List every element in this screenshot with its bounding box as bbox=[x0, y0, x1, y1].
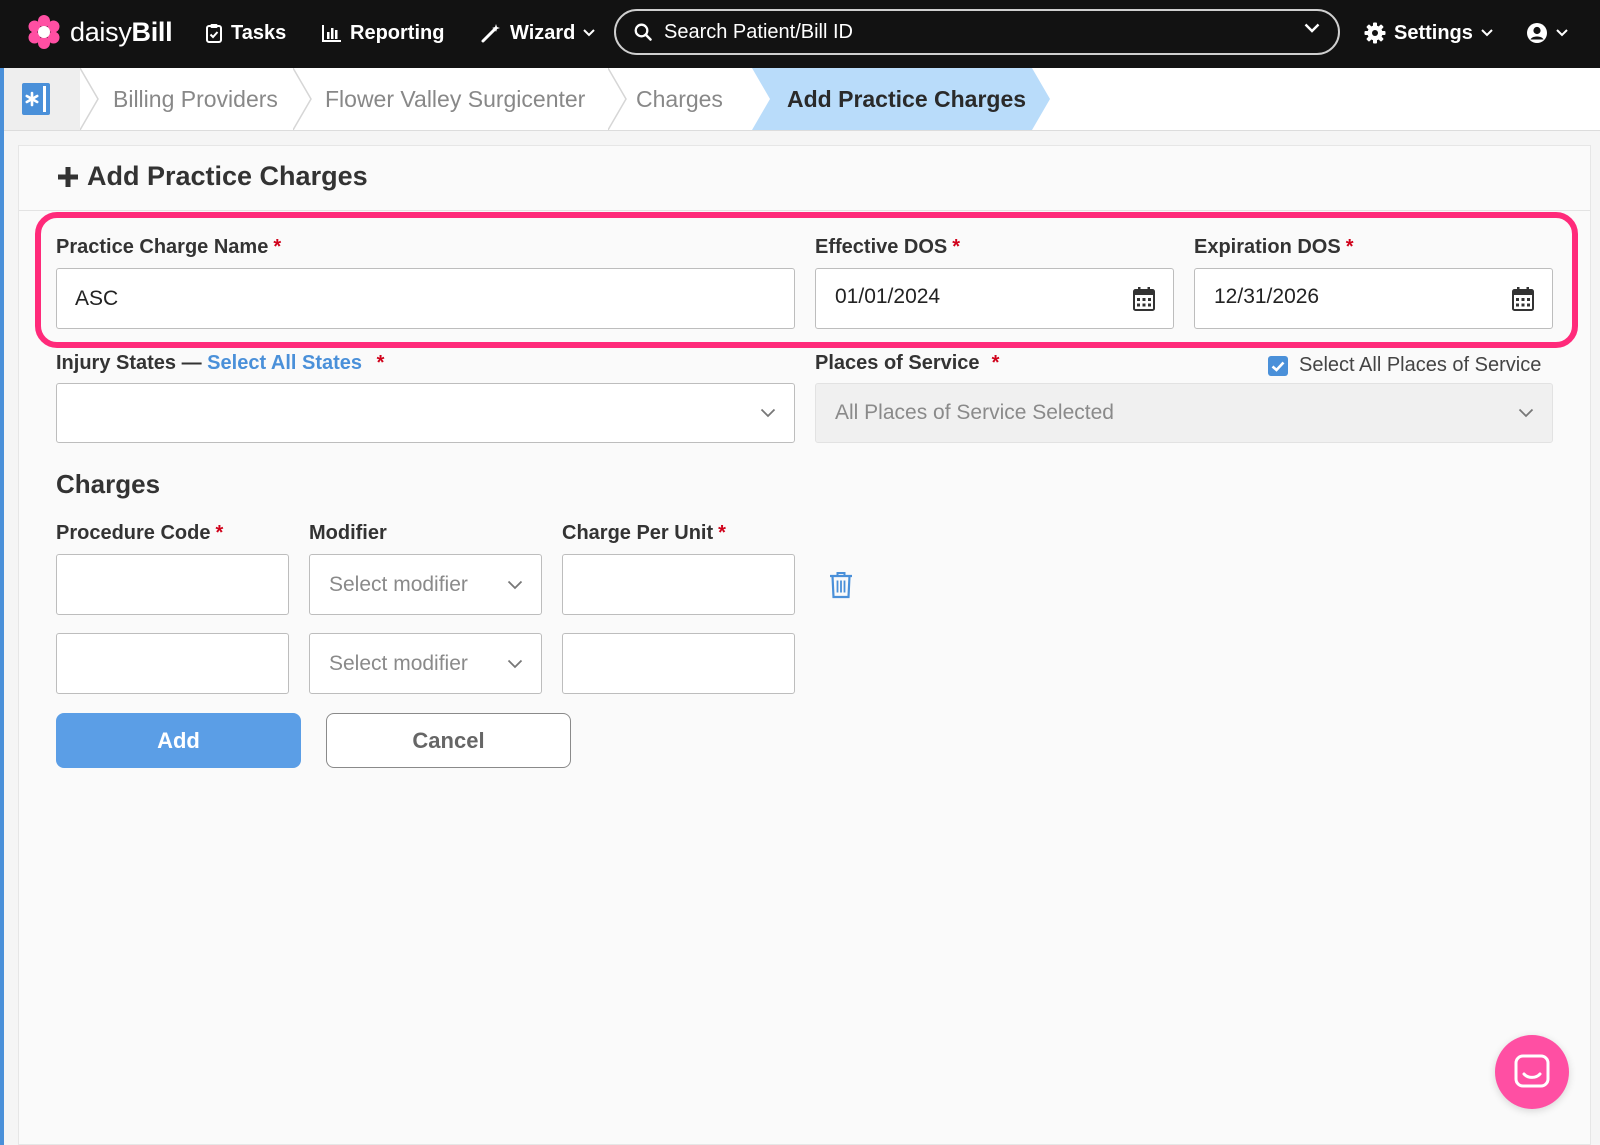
chevron-down-icon[interactable] bbox=[1304, 23, 1320, 33]
chat-launcher-button[interactable] bbox=[1495, 1035, 1569, 1109]
breadcrumb-separator bbox=[80, 68, 99, 130]
daisy-flower-icon bbox=[28, 15, 60, 49]
chevron-down-icon bbox=[507, 659, 523, 668]
chevron-down-icon bbox=[583, 29, 596, 37]
breadcrumb-flower-valley[interactable]: Flower Valley Surgicenter bbox=[325, 68, 585, 130]
select-all-places-label[interactable]: Select All Places of Service bbox=[1299, 354, 1541, 377]
page-left-edge bbox=[0, 68, 4, 1145]
charges-section-title: Charges bbox=[56, 469, 161, 499]
page-title-text: Add Practice Charges bbox=[87, 161, 368, 191]
injury-states-select[interactable] bbox=[56, 383, 795, 443]
charge-per-unit-label: Charge Per Unit * bbox=[562, 522, 726, 544]
daisybill-logo[interactable]: daisyBill bbox=[26, 14, 173, 50]
page-title: Add Practice Charges bbox=[57, 161, 368, 192]
chevron-down-icon bbox=[1481, 29, 1493, 37]
nav-tasks-label: Tasks bbox=[231, 21, 287, 44]
select-all-states-link[interactable]: Select All States bbox=[207, 352, 362, 374]
add-button[interactable]: Add bbox=[56, 713, 301, 768]
plus-icon bbox=[58, 166, 78, 187]
nav-reporting[interactable]: Reporting bbox=[322, 19, 444, 47]
trash-icon[interactable] bbox=[829, 571, 853, 599]
bar-chart-icon bbox=[322, 25, 341, 42]
clipboard-check-icon bbox=[206, 24, 222, 43]
search-icon bbox=[634, 23, 652, 41]
nav-wizard[interactable]: Wizard bbox=[480, 19, 596, 47]
chevron-down-icon bbox=[1518, 408, 1534, 418]
gear-icon bbox=[1364, 22, 1386, 44]
expiration-dos-value: 12/31/2026 bbox=[1214, 285, 1320, 308]
effective-dos-label: Effective DOS * bbox=[815, 236, 961, 258]
charge-per-unit-input[interactable] bbox=[562, 554, 795, 615]
expiration-dos-input[interactable]: 12/31/2026 bbox=[1194, 268, 1553, 329]
medical-book-icon bbox=[22, 83, 50, 115]
user-avatar-icon bbox=[1527, 23, 1547, 43]
breadcrumb-billing-providers[interactable]: Billing Providers bbox=[113, 68, 278, 130]
calendar-icon[interactable] bbox=[1133, 287, 1155, 311]
magic-wand-icon bbox=[481, 24, 500, 43]
charge-name-input[interactable] bbox=[56, 268, 795, 329]
top-navbar: daisyBill Tasks Reporting Wizard Search … bbox=[0, 0, 1600, 68]
places-of-service-select: All Places of Service Selected bbox=[815, 383, 1553, 443]
select-all-places-checkbox[interactable] bbox=[1268, 356, 1288, 376]
modifier-label: Modifier bbox=[309, 522, 387, 544]
procedure-code-input[interactable] bbox=[56, 633, 289, 694]
breadcrumb-separator bbox=[293, 68, 312, 130]
chat-icon bbox=[1514, 1054, 1550, 1088]
modifier-select[interactable]: Select modifier bbox=[309, 554, 542, 615]
search-input[interactable] bbox=[662, 19, 1286, 45]
procedure-code-label: Procedure Code * bbox=[56, 522, 224, 544]
nav-settings[interactable]: Settings bbox=[1364, 19, 1493, 47]
nav-reporting-label: Reporting bbox=[350, 21, 445, 44]
expiration-dos-label: Expiration DOS * bbox=[1194, 236, 1354, 258]
calendar-icon[interactable] bbox=[1512, 287, 1534, 311]
checkmark-icon bbox=[1271, 361, 1285, 372]
card-header: Add Practice Charges bbox=[19, 146, 1590, 211]
brand-name: daisyBill bbox=[70, 16, 173, 47]
injury-states-label: Injury States — Select All States * bbox=[56, 352, 385, 374]
breadcrumb-add-practice-charges: Add Practice Charges bbox=[787, 86, 1027, 112]
chevron-down-icon bbox=[760, 408, 776, 418]
nav-settings-label: Settings bbox=[1394, 21, 1473, 44]
charge-per-unit-input[interactable] bbox=[562, 633, 795, 694]
effective-dos-value: 01/01/2024 bbox=[835, 285, 941, 308]
procedure-code-input[interactable] bbox=[56, 554, 289, 615]
user-menu[interactable] bbox=[1526, 19, 1568, 47]
charge-name-label: Practice Charge Name * bbox=[56, 236, 282, 258]
breadcrumb-home[interactable] bbox=[4, 68, 80, 130]
places-of-service-value: All Places of Service Selected bbox=[835, 401, 1114, 424]
breadcrumb: Billing Providers Flower Valley Surgicen… bbox=[4, 68, 1600, 131]
nav-wizard-label: Wizard bbox=[510, 21, 576, 44]
breadcrumb-separator bbox=[608, 68, 627, 130]
cancel-button[interactable]: Cancel bbox=[326, 713, 571, 768]
chevron-down-icon bbox=[1556, 29, 1568, 37]
patient-bill-search[interactable] bbox=[614, 9, 1340, 55]
chevron-down-icon bbox=[507, 580, 523, 589]
places-of-service-label: Places of Service * bbox=[815, 352, 1000, 374]
effective-dos-input[interactable]: 01/01/2024 bbox=[815, 268, 1174, 329]
breadcrumb-charges[interactable]: Charges bbox=[636, 68, 723, 130]
modifier-select[interactable]: Select modifier bbox=[309, 633, 542, 694]
nav-tasks[interactable]: Tasks bbox=[205, 19, 286, 47]
